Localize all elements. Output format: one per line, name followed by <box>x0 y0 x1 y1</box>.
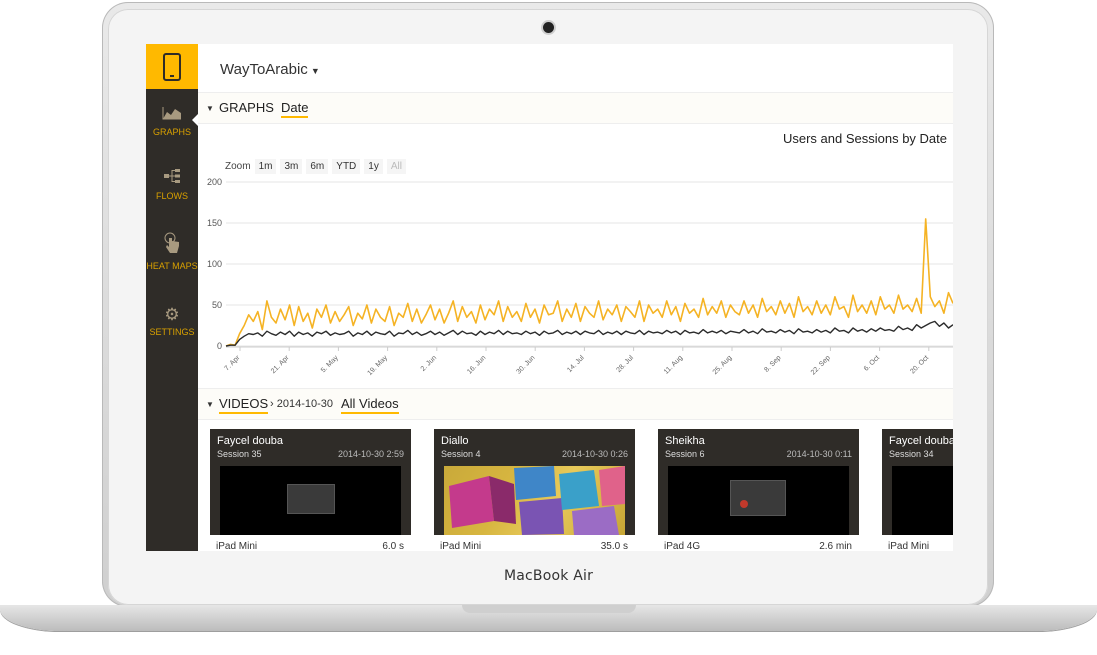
device-name: iPad Mini <box>216 541 258 551</box>
camera-icon <box>543 22 554 33</box>
video-thumbnail[interactable] <box>668 466 849 535</box>
x-tick-label: 6. Oct <box>863 354 881 372</box>
video-footer: iPad Mini 6.0 s <box>210 535 411 551</box>
breadcrumb[interactable]: › 2014-10-30 <box>270 398 333 410</box>
x-tick-label: 11. Aug <box>663 354 684 375</box>
collapse-triangle-icon[interactable]: ▼ <box>206 400 214 409</box>
session-time: 2014-10-30 0:11 <box>786 449 852 459</box>
thumbnail-slide <box>730 480 786 516</box>
device-name: iPad 4G <box>664 541 701 551</box>
app-switcher[interactable]: WayToArabic ▼ <box>220 61 320 78</box>
app-screen: GRAPHS FLOWS HEAT MAPS ⚙ SETTINGS WayToA… <box>146 44 953 551</box>
main-content: WayToArabic ▼ ▼ GRAPHS Date Users and Ses… <box>198 44 953 551</box>
x-tick-label: 30. Jun <box>515 354 536 375</box>
laptop-notch <box>462 605 636 613</box>
zoom-1m-button[interactable]: 1m <box>254 159 277 174</box>
tab-all-videos[interactable]: All Videos <box>341 396 399 414</box>
y-tick-label: 0 <box>217 341 222 351</box>
collapse-triangle-icon[interactable]: ▼ <box>206 104 214 113</box>
user-name: Sheikha <box>665 435 705 447</box>
session-time: 2014-10-30 0:26 <box>561 449 628 459</box>
zoom-all-button[interactable]: All <box>386 159 406 174</box>
video-footer: iPad Mini <box>882 535 953 551</box>
flow-icon <box>146 168 198 188</box>
cubes-illustration <box>449 466 625 535</box>
zoom-3m-button[interactable]: 3m <box>280 159 303 174</box>
sidebar-item-graphs[interactable]: GRAPHS <box>146 106 198 137</box>
video-thumbnail[interactable] <box>892 466 953 535</box>
video-footer: iPad Mini 35.0 s <box>434 535 635 551</box>
videos-section-header[interactable]: ▼ VIDEOS › 2014-10-30 All Videos <box>198 388 953 420</box>
touch-icon <box>146 232 198 258</box>
phone-logo-icon <box>163 52 181 81</box>
area-chart-icon <box>146 106 198 124</box>
x-tick-label: 28. Jul <box>615 354 635 374</box>
sidebar-item-label: GRAPHS <box>152 127 191 137</box>
video-footer: iPad 4G 2.6 min <box>658 535 859 551</box>
video-card[interactable]: Faycel douba Session 35 2014-10-30 2:59 … <box>210 429 411 551</box>
device-brand: MacBook Air <box>503 568 594 584</box>
session-label: Session 6 <box>665 449 705 459</box>
y-tick-label: 200 <box>207 177 222 187</box>
series-line <box>225 320 953 347</box>
video-card[interactable]: Sheikha Session 6 2014-10-30 0:11 iPad 4… <box>658 429 859 551</box>
section-title: VIDEOS <box>219 396 269 414</box>
x-tick-label: 8. Sep <box>763 354 782 373</box>
sidebar: GRAPHS FLOWS HEAT MAPS ⚙ SETTINGS <box>146 44 198 551</box>
x-tick-label: 19. May <box>366 354 389 377</box>
gear-icon: ⚙ <box>164 305 180 324</box>
caret-down-icon: ▼ <box>310 66 320 76</box>
video-thumbnail[interactable] <box>220 466 401 535</box>
x-tick-label: 14. Jul <box>566 354 586 374</box>
x-tick-label: 25. Aug <box>712 354 734 376</box>
video-duration: 2.6 min <box>819 541 852 551</box>
series-line <box>225 218 953 347</box>
section-title: GRAPHS <box>219 100 274 115</box>
session-time: 2014-10-30 2:59 <box>337 449 404 459</box>
x-tick-label: 21. Apr <box>270 354 291 375</box>
tab-date[interactable]: Date <box>281 100 309 118</box>
y-tick-label: 150 <box>207 218 222 228</box>
zoom-controls: Zoom 1m 3m 6m YTD 1y All <box>225 159 406 174</box>
y-tick-label: 50 <box>212 300 222 310</box>
video-card[interactable]: Diallo Session 4 2014-10-30 0:26 iPad Mi… <box>434 429 635 551</box>
app-logo[interactable] <box>146 44 198 89</box>
session-label: Session 4 <box>441 449 481 459</box>
user-name: Faycel douba <box>889 435 953 447</box>
chart-title: Users and Sessions by Date <box>782 131 947 146</box>
x-tick-label: 16. Jun <box>466 354 487 375</box>
sidebar-item-label: HEAT MAPS <box>146 261 198 271</box>
x-tick-label: 2. Jun <box>420 354 439 373</box>
sidebar-item-label: SETTINGS <box>149 327 195 337</box>
user-name: Faycel douba <box>217 435 284 447</box>
session-label: Session 34 <box>889 449 934 459</box>
top-bar: WayToArabic ▼ <box>198 44 953 92</box>
zoom-6m-button[interactable]: 6m <box>306 159 329 174</box>
thumbnail-slide <box>287 484 335 514</box>
y-tick-label: 100 <box>207 259 222 269</box>
video-thumbnail[interactable] <box>444 466 625 535</box>
session-label: Session 35 <box>217 449 262 459</box>
zoom-1y-button[interactable]: 1y <box>364 159 383 174</box>
sidebar-item-settings[interactable]: ⚙ SETTINGS <box>146 305 198 338</box>
x-tick-label: 5. May <box>320 354 340 374</box>
sidebar-item-label: FLOWS <box>155 191 188 201</box>
record-dot-icon <box>740 500 748 508</box>
device-name: iPad Mini <box>888 541 930 551</box>
x-tick-label: 20. Oct <box>909 354 930 375</box>
device-name: iPad Mini <box>440 541 482 551</box>
sidebar-item-flows[interactable]: FLOWS <box>146 168 198 201</box>
x-tick-label: 22. Sep <box>810 354 832 376</box>
x-tick-label: 7. Apr <box>224 354 242 372</box>
graphs-section-header[interactable]: ▼ GRAPHS Date <box>198 92 953 124</box>
line-chart: 0 50 100 150 200 7. Apr 21. Apr 5. May 19. May 2.… <box>207 177 953 377</box>
video-card[interactable]: Faycel douba Session 34 iPad Mini <box>882 429 953 551</box>
video-duration: 6.0 s <box>382 541 404 551</box>
sidebar-item-heat-maps[interactable]: HEAT MAPS <box>146 232 198 271</box>
video-duration: 35.0 s <box>600 541 628 551</box>
zoom-ytd-button[interactable]: YTD <box>332 159 361 174</box>
app-title: WayToArabic <box>220 61 308 78</box>
user-name: Diallo <box>441 435 469 447</box>
zoom-label: Zoom <box>225 161 251 172</box>
